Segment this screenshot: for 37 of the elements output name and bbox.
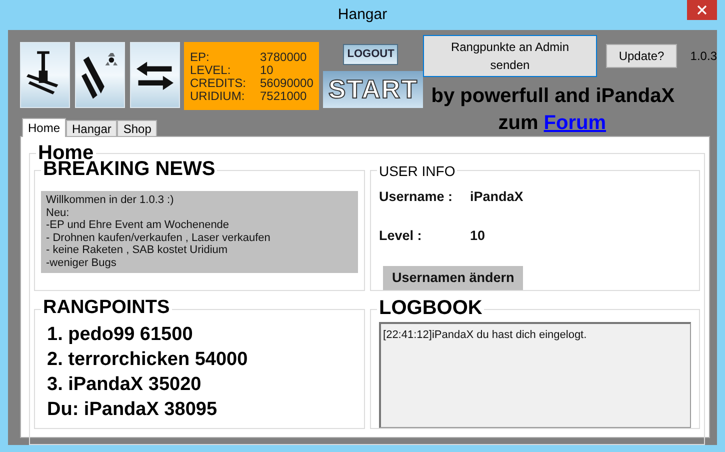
stat-label: URIDIUM: bbox=[190, 90, 246, 103]
stat-label: EP: bbox=[190, 51, 210, 64]
field-label: Username : bbox=[378, 188, 454, 206]
field-value: 10 bbox=[470, 227, 486, 246]
logbook-field[interactable]: [22:41:12]iPandaX du hast dich eingelogt. bbox=[379, 322, 691, 428]
tab[interactable]: Home bbox=[22, 118, 66, 137]
close-icon bbox=[697, 5, 707, 15]
section-title: LOGBOOK bbox=[377, 299, 484, 317]
forum-text: zum bbox=[498, 112, 538, 134]
section-title: BREAKING NEWS bbox=[41, 160, 218, 178]
ranking-entry: Du: iPandaX 38095 bbox=[47, 398, 218, 422]
ranking-entry: 2. terrorchicken 54000 bbox=[47, 348, 249, 372]
tab[interactable]: Shop bbox=[117, 120, 158, 137]
field-value: iPandaX bbox=[470, 188, 524, 206]
credit-text: by powerfull and iPandaX bbox=[431, 85, 676, 107]
window-title: Hangar bbox=[338, 5, 388, 25]
news-text: Willkommen in der 1.0.3 :) Neu: -EP und Ehre Event am Wochenende - Drohnen kaufen/verkaufen , Laser verkaufen - keine Raketen , SAB kostet Uridium -weniger Bugs bbox=[41, 191, 358, 273]
field-label: Level : bbox=[378, 227, 423, 246]
ranking-entry: 3. iPandaX 35020 bbox=[47, 373, 202, 397]
stat-value: 10 bbox=[260, 63, 274, 77]
change-username-button[interactable]: Usernamen ändern bbox=[382, 266, 524, 290]
stat-value: 3780000 bbox=[260, 50, 307, 64]
close-button[interactable] bbox=[687, 0, 717, 20]
swap-arrows-button[interactable] bbox=[130, 42, 180, 108]
stat-value: 56090000 bbox=[260, 76, 314, 90]
send-rankpoints-button[interactable]: Rangpunkte an Admin senden bbox=[423, 35, 597, 77]
rockets-button[interactable] bbox=[75, 42, 125, 108]
page-title: Home bbox=[36, 144, 96, 162]
stat-value: 7521000 bbox=[260, 89, 307, 103]
stat-label: LEVEL: bbox=[190, 64, 232, 77]
tab[interactable]: Hangar bbox=[66, 120, 118, 137]
stat-label: CREDITS: bbox=[190, 77, 248, 90]
update-button[interactable]: Update? bbox=[606, 44, 678, 68]
ranking-entry: 1. pedo99 61500 bbox=[47, 323, 194, 347]
logout-button[interactable]: LOGOUT bbox=[343, 44, 398, 64]
version-label: 1.0.3 bbox=[690, 48, 717, 65]
station-button[interactable] bbox=[20, 42, 70, 108]
